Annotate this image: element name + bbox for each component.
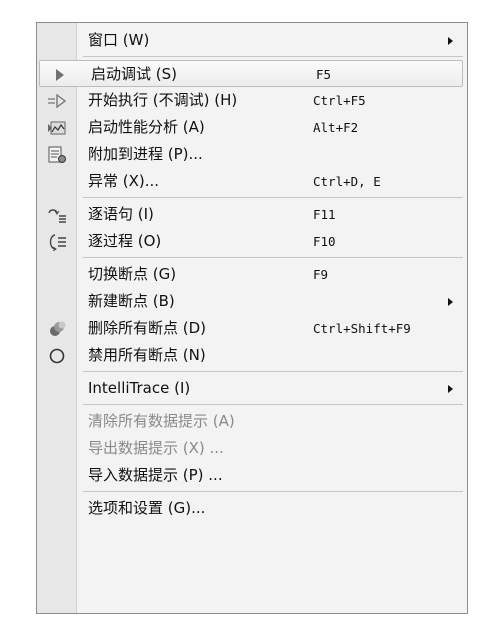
menu-item[interactable]: 启动性能分析 (A) Alt+F2 <box>37 114 467 141</box>
delete-breakpoints-icon <box>45 319 69 338</box>
menu-item[interactable]: 新建断点 (B) <box>37 288 467 315</box>
menu-separator <box>83 56 463 57</box>
run-without-debug-icon <box>45 91 69 110</box>
menu-item-shortcut: Ctrl+Shift+F9 <box>313 321 411 336</box>
menu-item[interactable]: IntelliTrace (I) <box>37 375 467 402</box>
menu-item-shortcut: F5 <box>316 67 332 82</box>
performance-icon <box>45 118 69 137</box>
menu-item[interactable]: 切换断点 (G) F9 <box>37 261 467 288</box>
menu-separator <box>83 197 463 198</box>
menu-item-shortcut: Alt+F2 <box>313 120 359 135</box>
menu-item[interactable]: 异常 (X)... Ctrl+D, E <box>37 168 467 195</box>
menu-item-shortcut: F10 <box>313 234 336 249</box>
menu-separator <box>83 257 463 258</box>
menu-item-label: 导入数据提示 (P) ... <box>88 466 223 484</box>
menu-item-label: 导出数据提示 (X) ... <box>88 439 224 457</box>
step-into-icon <box>45 205 69 224</box>
menu-item-label: 清除所有数据提示 (A) <box>88 412 235 430</box>
menu-item-label: 选项和设置 (G)... <box>88 499 206 517</box>
debug-menu: 窗口 (W) 启动调试 (S) F5 开始执行 (不调试) (H) Ctrl+F5 启动性… <box>36 22 468 614</box>
menu-separator <box>83 371 463 372</box>
menu-item[interactable]: 删除所有断点 (D) Ctrl+Shift+F9 <box>37 315 467 342</box>
submenu-arrow-icon <box>448 298 453 306</box>
menu-item-shortcut: F11 <box>313 207 336 222</box>
step-over-icon <box>45 232 69 251</box>
attach-process-icon <box>45 145 69 164</box>
disable-breakpoints-icon <box>45 346 69 365</box>
play-icon <box>48 65 72 84</box>
menu-separator <box>83 404 463 405</box>
menu-item[interactable]: 开始执行 (不调试) (H) Ctrl+F5 <box>37 87 467 114</box>
menu-item[interactable]: 窗口 (W) <box>37 27 467 54</box>
menu-item-shortcut: Ctrl+D, E <box>313 174 381 189</box>
menu-item-label: 附加到进程 (P)... <box>88 145 203 163</box>
menu-item[interactable]: 启动调试 (S) F5 <box>39 60 463 87</box>
menu-item-label: 切换断点 (G) <box>88 265 177 283</box>
menu-item: 清除所有数据提示 (A) <box>37 408 467 435</box>
menu-item-label: 删除所有断点 (D) <box>88 319 207 337</box>
menu-item-label: 开始执行 (不调试) (H) <box>88 91 238 109</box>
menu-item-label: 窗口 (W) <box>88 31 150 49</box>
menu-item: 导出数据提示 (X) ... <box>37 435 467 462</box>
menu-item-label: 逐语句 (I) <box>88 205 154 223</box>
menu-item[interactable]: 附加到进程 (P)... <box>37 141 467 168</box>
menu-item-shortcut: F9 <box>313 267 329 282</box>
menu-item[interactable]: 逐过程 (O) F10 <box>37 228 467 255</box>
menu-item-label: 异常 (X)... <box>88 172 160 190</box>
menu-item[interactable]: 导入数据提示 (P) ... <box>37 462 467 489</box>
menu-item-label: 新建断点 (B) <box>88 292 175 310</box>
menu-item[interactable]: 逐语句 (I) F11 <box>37 201 467 228</box>
menu-item[interactable]: 选项和设置 (G)... <box>37 495 467 522</box>
menu-item-label: 逐过程 (O) <box>88 232 162 250</box>
menu-item[interactable]: 禁用所有断点 (N) <box>37 342 467 369</box>
menu-item-shortcut: Ctrl+F5 <box>313 93 366 108</box>
menu-item-label: 启动性能分析 (A) <box>88 118 205 136</box>
menu-item-label: 禁用所有断点 (N) <box>88 346 206 364</box>
submenu-arrow-icon <box>448 385 453 393</box>
menu-item-label: IntelliTrace (I) <box>88 379 191 397</box>
menu-item-label: 启动调试 (S) <box>91 65 177 83</box>
submenu-arrow-icon <box>448 37 453 45</box>
menu-separator <box>83 491 463 492</box>
